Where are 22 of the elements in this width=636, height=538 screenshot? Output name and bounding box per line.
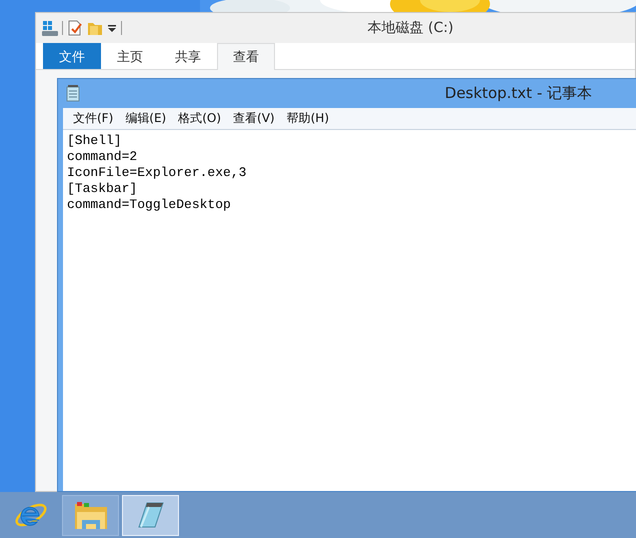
window-title: Desktop.txt - 记事本 (444, 84, 593, 103)
text-line: [Shell] (67, 133, 122, 149)
text-line: IconFile=Explorer.exe,3 (67, 165, 246, 181)
menu-item[interactable]: 编辑(E) (119, 108, 172, 129)
ribbon-tab[interactable]: 查看 (217, 43, 275, 70)
folder-icon (74, 500, 108, 530)
drive-icon[interactable] (42, 20, 58, 36)
text-editor[interactable]: [Shell] command=2 IconFile=Explorer.exe,3 [Taskbar] command=ToggleDesktop (63, 129, 636, 491)
ribbon-tab[interactable]: 主页 (101, 43, 159, 69)
menu-item[interactable]: 格式(O) (172, 108, 228, 129)
file-menu-button[interactable]: 文件 (43, 43, 101, 69)
dropdown-caret-icon[interactable] (107, 23, 117, 33)
menu-item[interactable]: 帮助(H) (280, 108, 335, 129)
document-check-icon[interactable] (67, 20, 83, 36)
window-title: 本地磁盘 (C:) (366, 19, 454, 37)
menu-item[interactable]: 文件(F) (67, 108, 120, 129)
notepad-icon (66, 85, 80, 102)
text-line: command=2 (67, 149, 138, 165)
ribbon-tab[interactable]: 共享 (159, 43, 217, 69)
text-line: command=ToggleDesktop (67, 197, 231, 213)
text-line: [Taskbar] (67, 181, 138, 197)
menu-item[interactable]: 查看(V) (227, 108, 281, 129)
